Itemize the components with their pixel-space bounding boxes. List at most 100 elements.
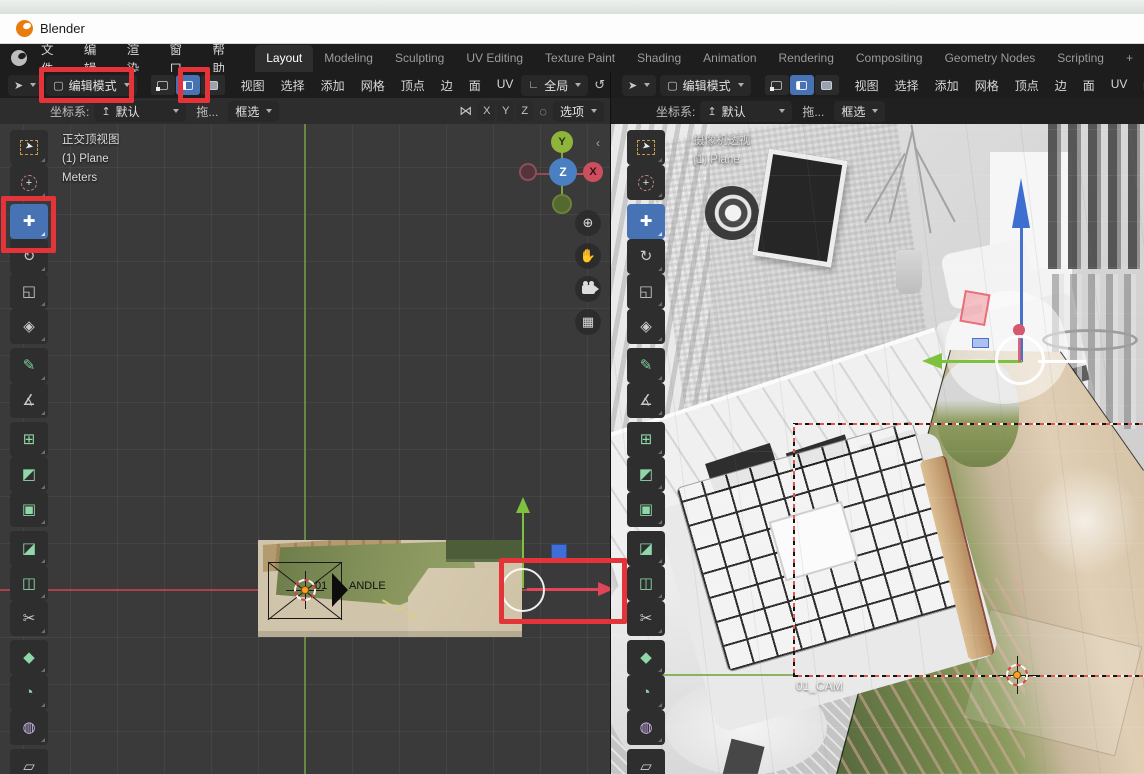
axis-z-bubble[interactable]: Z: [549, 158, 577, 186]
proportional-editing-icon[interactable]: ◌: [539, 104, 547, 119]
tool-scale[interactable]: ◱: [627, 274, 665, 309]
viewport-menu-view[interactable]: 视图: [233, 77, 273, 94]
tool-scale[interactable]: ◱: [10, 274, 48, 309]
tool-poly-build[interactable]: ◆: [10, 640, 48, 675]
navigation-axis-gizmo[interactable]: Y X Z: [516, 128, 608, 220]
ortho-toggle-button[interactable]: ▦: [575, 309, 601, 335]
tool-extrude-region[interactable]: ◩: [627, 457, 665, 492]
viewport-menu-face[interactable]: 面: [461, 77, 489, 94]
tool-knife[interactable]: ✂: [10, 601, 48, 636]
viewport-menu-add[interactable]: 添加: [927, 77, 967, 94]
active-tool-dropdown[interactable]: ➤: [622, 75, 656, 96]
vertex-select-button[interactable]: [151, 75, 175, 95]
tool-transform[interactable]: ◈: [10, 309, 48, 344]
axis-neg-y-bubble[interactable]: [552, 194, 572, 214]
right-3d-viewport[interactable]: 摄像机透视 (1) Plane 01_CAM ➤+✚↻◱◈✎∡⊞◩▣◪◫✂◆◔◍…: [610, 124, 1144, 774]
gizmo-y-axis-arrowhead[interactable]: [922, 353, 942, 369]
select-box-mode-dropdown[interactable]: 框选: [228, 101, 279, 122]
viewport-menu-face[interactable]: 面: [1075, 77, 1103, 94]
tab-sculpting[interactable]: Sculpting: [384, 45, 455, 72]
tool-select-box[interactable]: ➤: [627, 130, 665, 165]
axis-x-bubble[interactable]: X: [583, 162, 603, 182]
viewport-menu-view[interactable]: 视图: [847, 77, 887, 94]
face-select-button[interactable]: [815, 75, 839, 95]
gizmo-plane-handle[interactable]: [972, 338, 989, 348]
tool-spin[interactable]: ◔: [627, 675, 665, 710]
axis-y-bubble[interactable]: Y: [551, 131, 573, 153]
tool-loop-cut[interactable]: ◫: [627, 566, 665, 601]
tool-inset-faces[interactable]: ▣: [627, 492, 665, 527]
tab-shading[interactable]: Shading: [626, 45, 692, 72]
tool-measure[interactable]: ∡: [627, 383, 665, 418]
tab-add-workspace[interactable]: +: [1115, 45, 1144, 72]
tab-compositing[interactable]: Compositing: [845, 45, 934, 72]
transform-default-dropdown[interactable]: ↥ 默认: [94, 101, 186, 122]
viewport-menu-vertex[interactable]: 顶点: [1007, 77, 1047, 94]
tool-bevel[interactable]: ◪: [10, 531, 48, 566]
zoom-button[interactable]: ⊕: [575, 210, 601, 236]
axis-toggle-z[interactable]: Z: [516, 101, 533, 121]
tab-scripting[interactable]: Scripting: [1046, 45, 1115, 72]
tool-extrude-region[interactable]: ◩: [10, 457, 48, 492]
tool-annotate[interactable]: ✎: [10, 348, 48, 383]
tool-poly-build[interactable]: ◆: [627, 640, 665, 675]
tool-measure[interactable]: ∡: [10, 383, 48, 418]
tool-edge-slide[interactable]: ▱: [627, 749, 665, 774]
sidebar-collapse-arrow[interactable]: ‹: [596, 136, 600, 150]
tab-uv-editing[interactable]: UV Editing: [455, 45, 534, 72]
mode-dropdown[interactable]: ▢ 编辑模式: [660, 75, 750, 96]
tool-select-box[interactable]: ➤: [10, 130, 48, 165]
pivot-point-icon[interactable]: ↺: [594, 77, 605, 93]
viewport-menu-mesh[interactable]: 网格: [967, 77, 1007, 94]
tool-smooth[interactable]: ◍: [10, 710, 48, 745]
mirror-icon[interactable]: ⋈: [459, 103, 472, 119]
pan-button[interactable]: ✋: [575, 243, 601, 269]
tool-loop-cut[interactable]: ◫: [10, 566, 48, 601]
tab-rendering[interactable]: Rendering: [768, 45, 845, 72]
left-3d-viewport[interactable]: 正交顶视图 (1) Plane Meters 01 ANDLE: [0, 124, 610, 774]
tool-knife[interactable]: ✂: [627, 601, 665, 636]
axis-toggle-x[interactable]: X: [478, 101, 495, 121]
options-dropdown[interactable]: 选项: [553, 101, 604, 122]
orientation-dropdown[interactable]: ∟ 全局: [521, 75, 588, 96]
transform-default-dropdown[interactable]: ↥ 默认: [700, 101, 792, 122]
tab-modeling[interactable]: Modeling: [313, 45, 384, 72]
viewport-menu-edge[interactable]: 边: [1047, 77, 1075, 94]
tool-cursor[interactable]: +: [10, 165, 48, 200]
tool-inset-faces[interactable]: ▣: [10, 492, 48, 527]
viewport-menu-edge[interactable]: 边: [433, 77, 461, 94]
gizmo-z-axis-arrowhead[interactable]: [1012, 178, 1030, 228]
viewport-menu-mesh[interactable]: 网格: [353, 77, 393, 94]
active-tool-dropdown[interactable]: ➤: [8, 75, 42, 96]
tool-transform[interactable]: ◈: [627, 309, 665, 344]
viewport-menu-select[interactable]: 选择: [887, 77, 927, 94]
tool-edge-slide[interactable]: ▱: [10, 749, 48, 774]
tab-texture-paint[interactable]: Texture Paint: [534, 45, 626, 72]
viewport-divider[interactable]: [610, 72, 611, 774]
tool-cursor[interactable]: +: [627, 165, 665, 200]
viewport-menu-add[interactable]: 添加: [313, 77, 353, 94]
vertex-select-button[interactable]: [765, 75, 789, 95]
tool-spin[interactable]: ◔: [10, 675, 48, 710]
viewport-menu-select[interactable]: 选择: [273, 77, 313, 94]
tool-move[interactable]: ✚: [627, 204, 665, 239]
tool-annotate[interactable]: ✎: [627, 348, 665, 383]
gizmo-y-axis-arrowhead[interactable]: [516, 497, 530, 513]
tool-smooth[interactable]: ◍: [627, 710, 665, 745]
viewport-menu-uv[interactable]: UV: [489, 77, 522, 94]
tool-bevel[interactable]: ◪: [627, 531, 665, 566]
tab-layout[interactable]: Layout: [255, 45, 313, 72]
viewport-menu-vertex[interactable]: 顶点: [393, 77, 433, 94]
tab-geometry-nodes[interactable]: Geometry Nodes: [934, 45, 1047, 72]
edge-select-button[interactable]: [790, 75, 814, 95]
gizmo-center-circle[interactable]: [995, 335, 1045, 385]
tab-animation[interactable]: Animation: [692, 45, 767, 72]
tool-rotate[interactable]: ↻: [627, 239, 665, 274]
tool-add-cube[interactable]: ⊞: [10, 422, 48, 457]
tool-add-cube[interactable]: ⊞: [627, 422, 665, 457]
viewport-menu-uv[interactable]: UV: [1103, 77, 1136, 94]
axis-neg-x-bubble[interactable]: [519, 163, 537, 181]
axis-toggle-y[interactable]: Y: [497, 101, 514, 121]
camera-view-button[interactable]: [575, 276, 601, 302]
blender-menu-icon[interactable]: [11, 50, 27, 66]
